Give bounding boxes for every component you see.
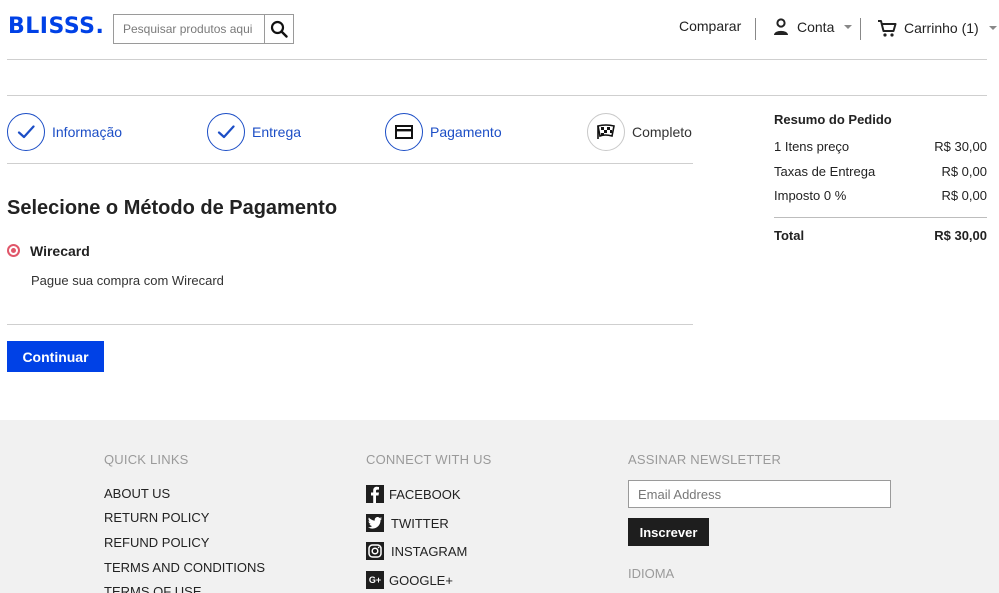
step-circle [587,113,625,151]
step-circle [207,113,245,151]
nav-divider [860,18,861,40]
search-bar [113,14,294,44]
newsletter-email-input[interactable] [628,480,891,508]
instagram-icon [366,542,384,560]
nav-divider [755,18,756,40]
check-icon [217,125,235,139]
social-link-twitter[interactable]: TWITTER [366,514,449,532]
summary-row: Imposto 0 % R$ 0,00 [774,188,987,213]
cart-icon [878,20,897,37]
connect-column: CONNECT WITH US FACEBOOK TWITTER INSTAGR… [366,452,492,589]
quick-links-heading: QUICK LINKS [104,452,189,467]
social-label: GOOGLE+ [389,572,453,588]
summary-row-label: Imposto 0 % [774,188,847,203]
social-label: TWITTER [391,515,449,531]
search-button[interactable] [264,15,293,43]
payment-method-name[interactable]: Wirecard [30,243,90,259]
summary-row-value: R$ 0,00 [941,163,987,179]
payment-method-description: Pague sua compra com Wirecard [31,273,224,288]
step-circle [385,113,423,151]
subscribe-button[interactable]: Inscrever [628,518,709,546]
site-footer: QUICK LINKS ABOUT US RETURN POLICY REFUN… [0,420,999,593]
summary-total-value: R$ 30,00 [934,227,987,243]
summary-total-label: Total [774,227,805,243]
step-label: Entrega [252,124,302,140]
summary-row-label: Taxas de Entrega [774,163,876,179]
user-icon [774,18,788,35]
summary-row: 1 Itens preço R$ 30,00 [774,139,987,164]
footer-link-about-us[interactable]: ABOUT US [104,486,170,501]
newsletter-column: ASSINAR NEWSLETTER Inscrever IDIOMA [628,452,891,581]
step-completo[interactable]: Completo [587,113,692,151]
steps-bottom-divider [7,163,693,164]
summary-row-value: R$ 0,00 [941,188,987,203]
account-menu[interactable]: Conta [772,18,853,36]
card-icon [395,125,413,139]
footer-link-return-policy[interactable]: RETURN POLICY [104,510,209,525]
summary-divider [774,216,987,218]
compare-link[interactable]: Comparar [679,18,741,34]
search-input[interactable] [114,15,264,43]
summary-title: Resumo do Pedido [774,112,892,127]
footer-link-terms-of-use[interactable]: TERMS OF USE [104,584,202,593]
summary-row: Taxas de Entrega R$ 0,00 [774,164,987,189]
header-divider [7,59,987,60]
quick-links-column: QUICK LINKS ABOUT US RETURN POLICY REFUN… [104,452,265,593]
social-label: FACEBOOK [389,486,461,502]
checkered-flag-icon [597,124,615,139]
summary-row-label: 1 Itens preço [774,139,850,154]
social-label: INSTAGRAM [391,543,468,559]
language-heading: IDIOMA [628,566,675,581]
twitter-icon [366,514,384,532]
payment-section-title: Selecione o Método de Pagamento [7,197,338,219]
step-label: Informação [52,124,123,140]
connect-heading: CONNECT WITH US [366,452,492,467]
search-icon [270,20,288,38]
cart-menu[interactable]: Carrinho (1) [877,18,997,38]
order-summary: Resumo do Pedido 1 Itens preço R$ 30,00 … [774,112,987,243]
site-header: BLISSS. Comparar Conta Carrinho (1) [0,0,999,60]
step-circle [7,113,45,151]
social-link-facebook[interactable]: FACEBOOK [366,485,461,503]
step-pagamento[interactable]: Pagamento [385,113,502,151]
facebook-icon [366,485,384,503]
wirecard-radio[interactable] [7,244,20,257]
steps-top-divider [7,95,987,96]
payment-divider [7,324,693,325]
summary-row-value: R$ 30,00 [934,139,987,154]
step-label: Pagamento [430,124,502,140]
social-link-google-plus[interactable]: G+ GOOGLE+ [366,571,453,589]
google-plus-icon: G+ [366,571,384,589]
chevron-down-icon [844,25,853,29]
account-label: Conta [797,19,835,35]
step-entrega[interactable]: Entrega [207,113,301,151]
footer-link-refund-policy[interactable]: REFUND POLICY [104,535,209,550]
cart-label: Carrinho (1) [904,20,979,36]
radio-selected-dot [11,248,16,253]
summary-total: Total R$ 30,00 [774,228,987,243]
chevron-down-icon [988,26,997,30]
step-label: Completo [632,124,692,140]
site-logo[interactable]: BLISSS. [8,14,104,39]
newsletter-heading: ASSINAR NEWSLETTER [628,452,782,467]
check-icon [17,125,35,139]
continue-button[interactable]: Continuar [7,341,104,372]
step-informacao[interactable]: Informação [7,113,122,151]
social-link-instagram[interactable]: INSTAGRAM [366,542,467,560]
footer-link-terms-conditions[interactable]: TERMS AND CONDITIONS [104,560,265,575]
